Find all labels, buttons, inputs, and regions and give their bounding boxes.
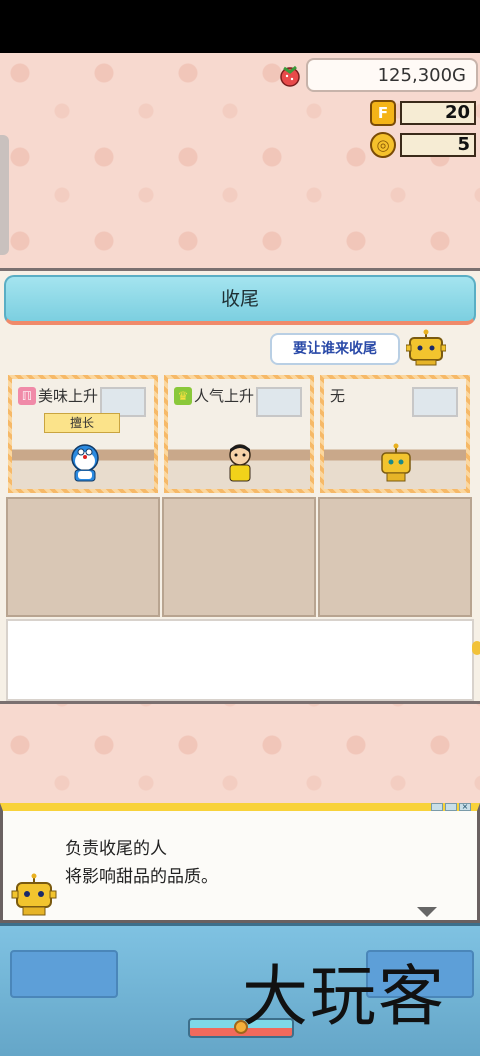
dialog-minimize-icon[interactable] [431,803,443,811]
dialog-maximize-icon[interactable] [445,803,457,811]
boy-character [229,444,251,482]
dialog-text: 负责收尾的人 将影响甜品的品质。 [65,835,218,891]
f-points-counter: F 20 [368,98,478,128]
coins-counter: ◎ 5 [368,130,478,160]
slot-label-text: 人气上升 [194,387,255,405]
scroll-indicator[interactable] [472,641,480,655]
watermark-logo: 大玩客 [242,958,446,1035]
side-drawer-handle[interactable] [0,135,9,255]
slot-label-text: 无 [330,387,346,405]
coin-icon: ◎ [370,132,396,158]
kitchen-window [412,387,458,417]
specialty-badge: 擅长 [44,413,120,433]
robot-mascot-icon [406,329,446,366]
description-area [6,619,474,701]
slot-label: ♛ 人气上升 [174,385,254,406]
slot-none[interactable]: 无 [320,375,470,493]
dialog-line-2: 将影响甜品的品质。 [65,867,218,887]
dialog-line-1: 负责收尾的人 [65,839,167,859]
kitchen-window [256,387,302,417]
question-bubble: 要让谁来收尾 [270,333,400,365]
yellow-robot-character [381,443,411,482]
crown-icon: ♛ [174,386,192,405]
panel-title: 收尾 [4,275,476,325]
coins-value: 5 [400,133,476,157]
fork-knife-icon: ℿ [18,386,36,405]
empty-column [6,497,160,617]
dialog-close-icon[interactable]: × [459,803,471,811]
blue-robot-cat-character [71,444,99,482]
empty-column [162,497,316,617]
message-dialog[interactable]: × 负责收尾的人 将影响甜品的品质。 [0,803,480,923]
strawberry-icon [280,65,300,87]
status-bar [0,0,480,53]
f-points-icon: F [370,100,396,126]
money-display: 125,300G [306,58,478,92]
slot-doraemon[interactable]: ℿ 美味上升 擅长 [8,375,158,493]
dialog-controls: × [431,803,471,811]
slot-nobita[interactable]: ♛ 人气上升 [164,375,314,493]
bottom-left-button[interactable] [10,950,118,998]
slot-label-text: 美味上升 [38,387,99,405]
next-arrow-icon[interactable] [417,907,437,917]
finisher-select-panel: 收尾 要让谁来收尾 ℿ 美味上升 擅长 ♛ 人气上升 无 [0,268,480,704]
empty-column [318,497,472,617]
robot-speaker-icon [11,873,57,916]
slot-label: ℿ 美味上升 [18,385,98,406]
f-points-value: 20 [400,101,476,125]
slot-label: 无 [330,385,345,406]
